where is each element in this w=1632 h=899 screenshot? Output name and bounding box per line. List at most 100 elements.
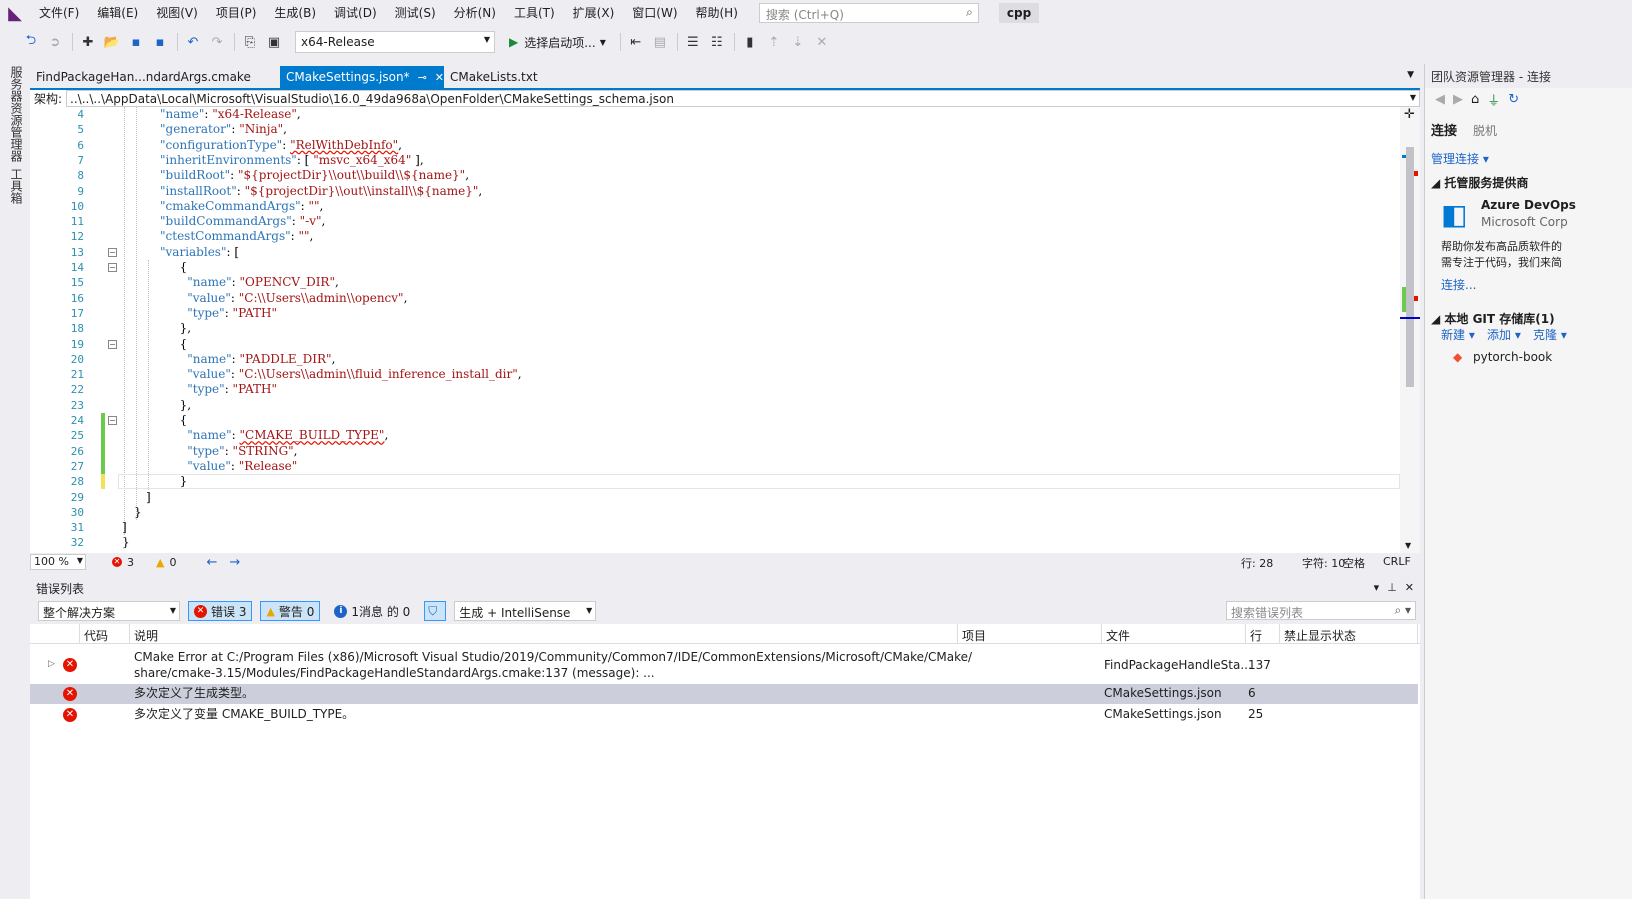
navigate-back-icon[interactable]: ⮌	[20, 31, 42, 53]
find-in-files-icon[interactable]: ⎘	[239, 31, 261, 53]
configuration-dropdown[interactable]: x64-Release ▼	[295, 31, 495, 53]
manage-connections-link[interactable]: 管理连接 ▾	[1431, 150, 1489, 167]
pin-icon[interactable]: ⊥	[1387, 581, 1397, 594]
fold-toggle-icon[interactable]: −	[108, 416, 117, 425]
column-header-description[interactable]: 说明	[130, 624, 958, 644]
column-header-code[interactable]: 代码	[80, 624, 130, 644]
column-header-suppression[interactable]: 禁止显示状态	[1280, 624, 1418, 644]
menu-item[interactable]: 项目(P)	[207, 0, 266, 26]
menu-item[interactable]: 扩展(X)	[564, 0, 624, 26]
menu-item[interactable]: 生成(B)	[265, 0, 325, 26]
menu-item[interactable]: 工具(T)	[505, 0, 564, 26]
close-icon[interactable]: ✕	[435, 71, 444, 84]
tab-cmakelists[interactable]: CMakeLists.txt	[444, 66, 544, 88]
azure-connect-link[interactable]: 连接...	[1441, 276, 1476, 293]
source-dropdown[interactable]: 生成 + IntelliSense ▼	[454, 601, 597, 621]
errors-filter-button[interactable]: ✕ 错误 3	[188, 601, 253, 621]
error-row-selected[interactable]: ✕ 多次定义了生成类型。 CMakeSettings.json 6	[30, 684, 1418, 704]
scrollbar-thumb[interactable]	[1406, 147, 1414, 387]
code-area[interactable]: "name": "x64-Release", "generator": "Ninj…	[118, 107, 1400, 553]
prev-bookmark-icon[interactable]: ⇡	[763, 31, 785, 53]
line-ending[interactable]: CRLF	[1383, 555, 1411, 568]
navigate-forward-icon[interactable]: ➲	[44, 31, 66, 53]
git-add-link[interactable]: 添加 ▾	[1487, 326, 1521, 343]
menu-item[interactable]: 帮助(H)	[687, 0, 747, 26]
warnings-filter-button[interactable]: ▲ 警告 0	[260, 601, 321, 621]
tab-cmakesettings[interactable]: CMakeSettings.json* ⊸ ✕	[280, 66, 444, 88]
json-key: "type"	[172, 382, 225, 397]
error-row[interactable]: ✕ 多次定义了变量 CMAKE_BUILD_TYPE。 CMakeSetting…	[30, 705, 1418, 725]
panel-menu-icon[interactable]: ▾	[1374, 581, 1380, 594]
schema-path-dropdown[interactable]: ..\..\..\AppData\Local\Microsoft\VisualS…	[66, 90, 1420, 107]
fold-toggle-icon[interactable]: −	[108, 263, 117, 272]
tab-offline[interactable]: 脱机	[1473, 122, 1497, 139]
scroll-down-icon[interactable]: ▼	[1405, 541, 1411, 550]
zoom-dropdown[interactable]: 100 % ▼	[30, 554, 86, 570]
split-editor-icon[interactable]: ✛	[1404, 107, 1415, 122]
pin-icon[interactable]: ⊸	[418, 71, 427, 84]
menu-item[interactable]: 编辑(E)	[88, 0, 147, 26]
start-debugging-button[interactable]: ▶ 选择启动项... ▼	[509, 34, 606, 51]
forward-icon[interactable]: ▶	[1453, 92, 1463, 107]
bookmark-icon[interactable]: ▮	[739, 31, 761, 53]
fold-toggle-icon[interactable]: −	[108, 339, 117, 349]
code-editor[interactable]: 4 5 6 7 8 9 10 11 12 13 14 15 16 17 18 19 20 21 22 23 24 25 26…	[30, 107, 1420, 553]
hosted-providers-header[interactable]: ◢ 托管服务提供商	[1431, 174, 1528, 191]
local-git-header[interactable]: ◢ 本地 GIT 存储库(1)	[1431, 310, 1555, 327]
quick-launch-search[interactable]: 搜索 (Ctrl+Q) ⌕	[758, 3, 979, 23]
git-new-link[interactable]: 新建 ▾	[1441, 326, 1475, 343]
error-search-input[interactable]: 搜索错误列表 ⌕ ▾	[1226, 601, 1416, 620]
tabs-overflow-icon[interactable]: ▼	[1407, 70, 1414, 80]
line-number: 32	[70, 536, 84, 550]
new-project-icon[interactable]: ✚	[77, 31, 99, 53]
step-icon[interactable]: ⇤	[625, 31, 647, 53]
menu-item[interactable]: 调试(D)	[325, 0, 386, 26]
scope-dropdown[interactable]: 整个解决方案 ▼	[38, 601, 180, 621]
back-icon[interactable]: ◀	[1435, 92, 1445, 107]
git-clone-link[interactable]: 克隆 ▾	[1533, 326, 1567, 343]
expand-icon[interactable]: ▷	[48, 659, 55, 669]
column-header-file[interactable]: 文件	[1102, 624, 1246, 644]
screenshot-icon[interactable]: ▣	[263, 31, 285, 53]
next-issue-icon[interactable]: →	[229, 555, 240, 570]
column-header-line[interactable]: 行	[1246, 624, 1280, 644]
menu-item[interactable]: 文件(F)	[30, 0, 88, 26]
server-explorer-tab[interactable]: 服务器资源管理器	[8, 66, 25, 162]
fold-toggle-icon[interactable]: −	[108, 247, 117, 257]
editor-vertical-scrollbar[interactable]: ✛ ▼	[1400, 107, 1420, 553]
hex-icon[interactable]: ▤	[649, 31, 671, 53]
warning-count-indicator[interactable]: ▲ 0	[156, 556, 176, 569]
toolbox-tab[interactable]: 工具箱	[8, 168, 25, 204]
menu-item[interactable]: 窗口(W)	[623, 0, 686, 26]
redo-icon[interactable]: ↷	[206, 31, 228, 53]
save-icon[interactable]: ▪	[125, 31, 147, 53]
column-header-project[interactable]: 项目	[958, 624, 1102, 644]
visual-studio-logo-icon[interactable]: ◣	[0, 0, 30, 26]
menu-item[interactable]: 视图(V)	[147, 0, 207, 26]
close-icon[interactable]: ✕	[1405, 581, 1414, 594]
home-icon[interactable]: ⌂	[1471, 92, 1479, 107]
save-all-icon[interactable]: ▪	[149, 31, 171, 53]
plug-icon[interactable]: ⏚	[1487, 90, 1500, 109]
error-count-indicator[interactable]: ✕ 3	[112, 556, 134, 569]
next-bookmark-icon[interactable]: ⇣	[787, 31, 809, 53]
column-header-severity[interactable]	[30, 624, 80, 644]
uncomment-icon[interactable]: ☷	[706, 31, 728, 53]
scroll-change-marker	[1402, 287, 1406, 312]
menu-item[interactable]: 分析(N)	[445, 0, 505, 26]
undo-icon[interactable]: ↶	[182, 31, 204, 53]
open-file-icon[interactable]: 📂	[101, 31, 123, 53]
standard-toolbar: ⮌ ➲ ✚ 📂 ▪ ▪ ↶ ↷ ⎘ ▣ x64-Release ▼ ▶ 选择启动…	[0, 27, 1632, 57]
git-repo-item[interactable]: pytorch-book	[1473, 350, 1552, 364]
comment-icon[interactable]: ☰	[682, 31, 704, 53]
error-row[interactable]: ▷ ✕ CMake Error at C:/Program Files (x86…	[30, 648, 1418, 684]
refresh-icon[interactable]: ↻	[1508, 92, 1519, 107]
prev-issue-icon[interactable]: ←	[206, 555, 217, 570]
tab-connect[interactable]: 连接	[1431, 120, 1457, 139]
filter-icon[interactable]: ⛉	[424, 601, 447, 621]
clear-bookmarks-icon[interactable]: ✕	[811, 31, 833, 53]
tab-findpackage[interactable]: FindPackageHan...ndardArgs.cmake	[30, 66, 280, 88]
menu-item[interactable]: 测试(S)	[386, 0, 445, 26]
messages-filter-button[interactable]: i 1消息 的 0	[328, 601, 416, 621]
whitespace-mode[interactable]: 空格	[1343, 555, 1365, 571]
